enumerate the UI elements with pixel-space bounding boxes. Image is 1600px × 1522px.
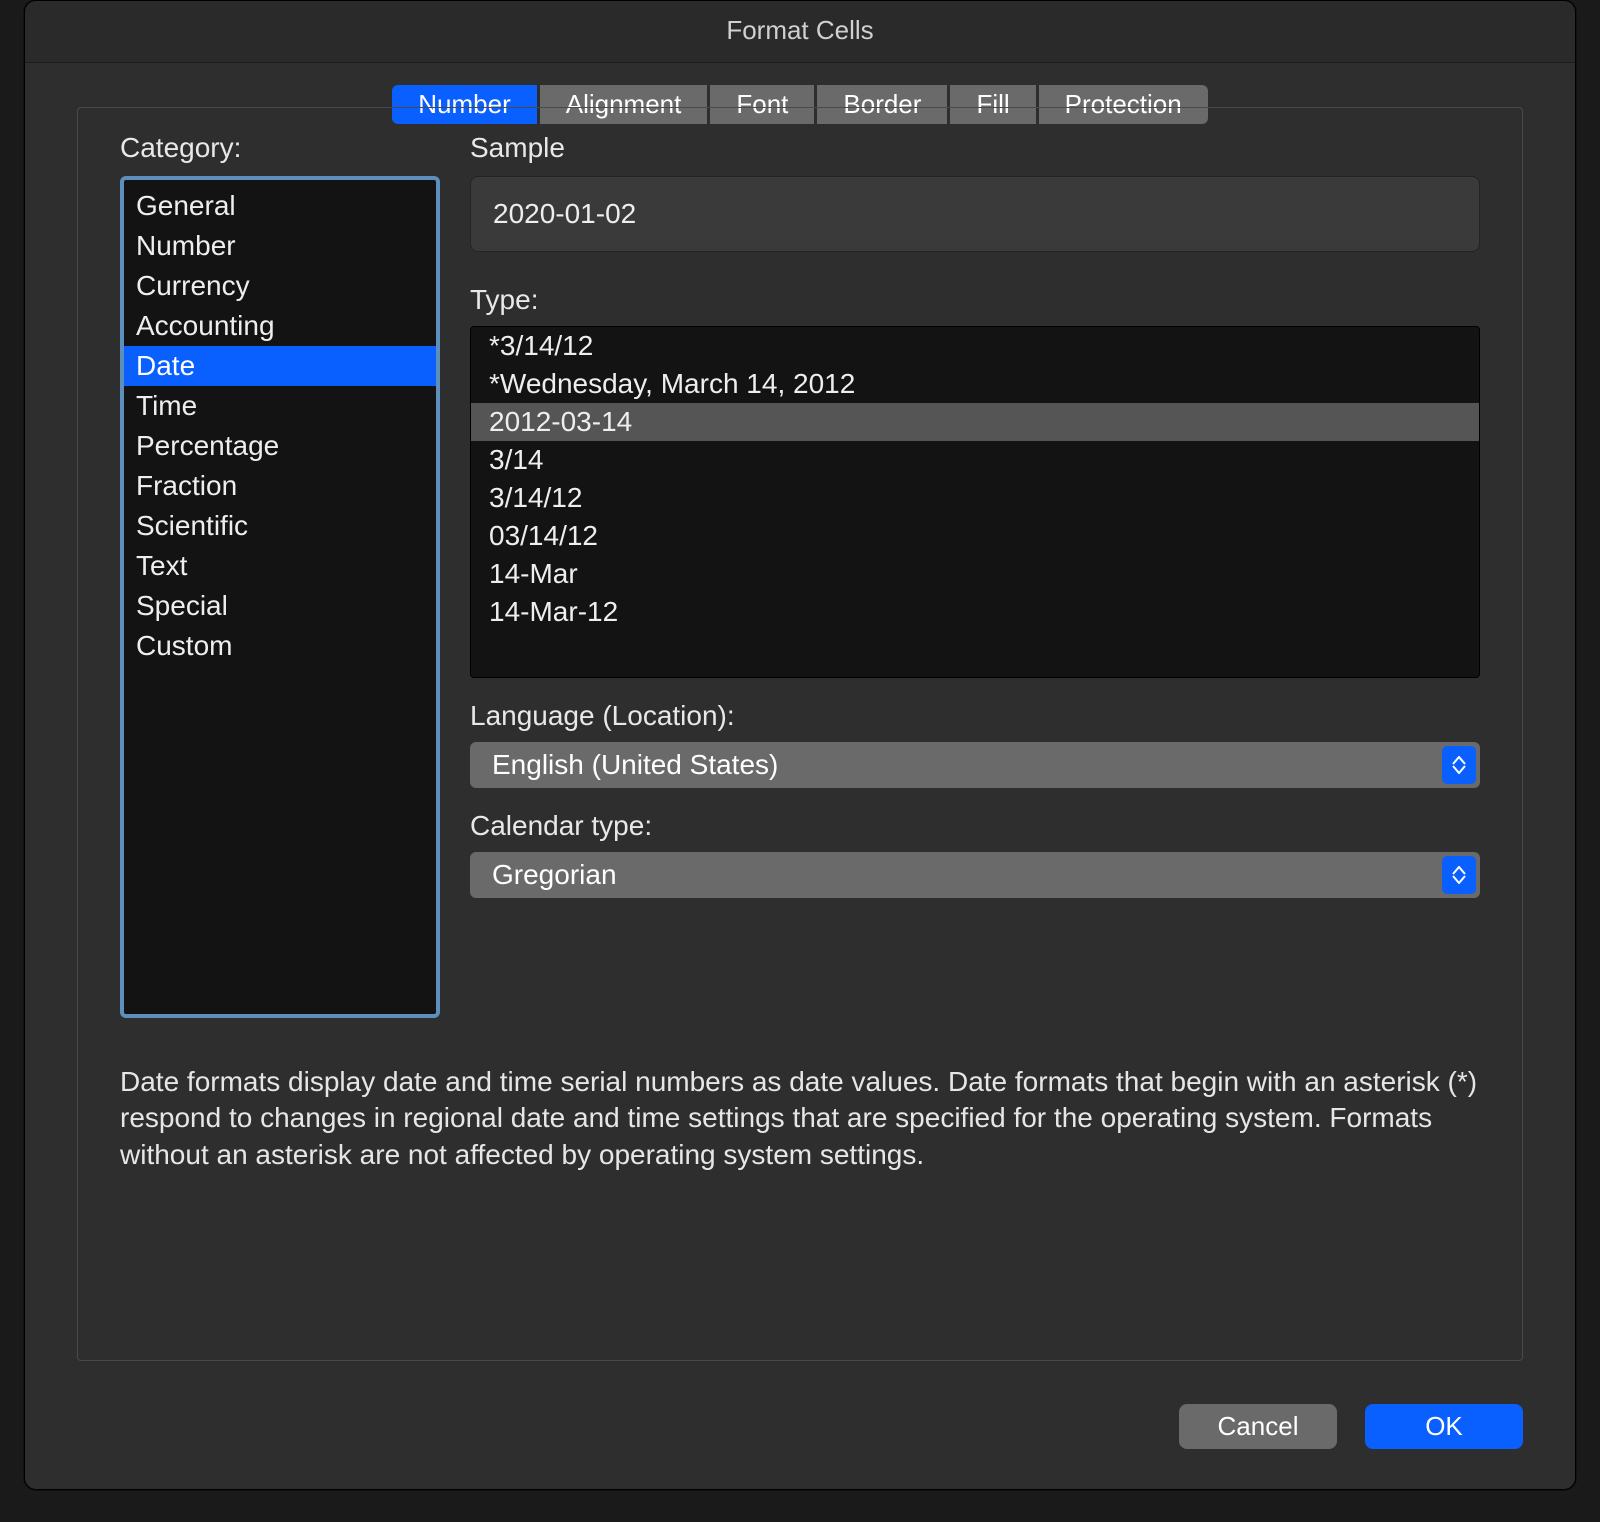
format-description: Date formats display date and time seria… (120, 1064, 1480, 1173)
category-item-percentage[interactable]: Percentage (124, 426, 436, 466)
category-list[interactable]: General Number Currency Accounting Date … (120, 176, 440, 1018)
calendar-value: Gregorian (492, 859, 617, 891)
tab-panel: Category: General Number Currency Accoun… (77, 107, 1523, 1361)
category-item-number[interactable]: Number (124, 226, 436, 266)
language-value: English (United States) (492, 749, 778, 781)
category-label: Category: (120, 132, 440, 164)
category-item-date[interactable]: Date (124, 346, 436, 386)
dialog-title: Format Cells (25, 1, 1575, 63)
calendar-dropdown[interactable]: Gregorian (470, 852, 1480, 898)
category-item-time[interactable]: Time (124, 386, 436, 426)
category-item-accounting[interactable]: Accounting (124, 306, 436, 346)
sample-label: Sample (470, 132, 1480, 164)
type-item[interactable]: 2012-03-14 (471, 403, 1479, 441)
type-item[interactable]: 3/14/12 (471, 479, 1479, 517)
type-item[interactable]: *Wednesday, March 14, 2012 (471, 365, 1479, 403)
type-list[interactable]: *3/14/12 *Wednesday, March 14, 2012 2012… (470, 326, 1480, 678)
language-dropdown[interactable]: English (United States) (470, 742, 1480, 788)
stepper-arrows-icon (1442, 856, 1476, 894)
type-item[interactable]: *3/14/12 (471, 327, 1479, 365)
type-item[interactable]: 14-Mar-12 (471, 593, 1479, 631)
type-item[interactable]: 3/14 (471, 441, 1479, 479)
type-item[interactable]: 03/14/12 (471, 517, 1479, 555)
language-label: Language (Location): (470, 700, 1480, 732)
category-item-general[interactable]: General (124, 186, 436, 226)
type-label: Type: (470, 284, 1480, 316)
category-item-fraction[interactable]: Fraction (124, 466, 436, 506)
category-item-currency[interactable]: Currency (124, 266, 436, 306)
cancel-button[interactable]: Cancel (1179, 1404, 1337, 1449)
format-cells-dialog: Format Cells Number Alignment Font Borde… (24, 0, 1576, 1490)
category-item-scientific[interactable]: Scientific (124, 506, 436, 546)
category-item-special[interactable]: Special (124, 586, 436, 626)
ok-button[interactable]: OK (1365, 1404, 1523, 1449)
type-item[interactable]: 14-Mar (471, 555, 1479, 593)
category-item-custom[interactable]: Custom (124, 626, 436, 666)
calendar-label: Calendar type: (470, 810, 1480, 842)
category-item-text[interactable]: Text (124, 546, 436, 586)
dialog-buttons: Cancel OK (1179, 1404, 1523, 1449)
stepper-arrows-icon (1442, 746, 1476, 784)
sample-value: 2020-01-02 (470, 176, 1480, 252)
